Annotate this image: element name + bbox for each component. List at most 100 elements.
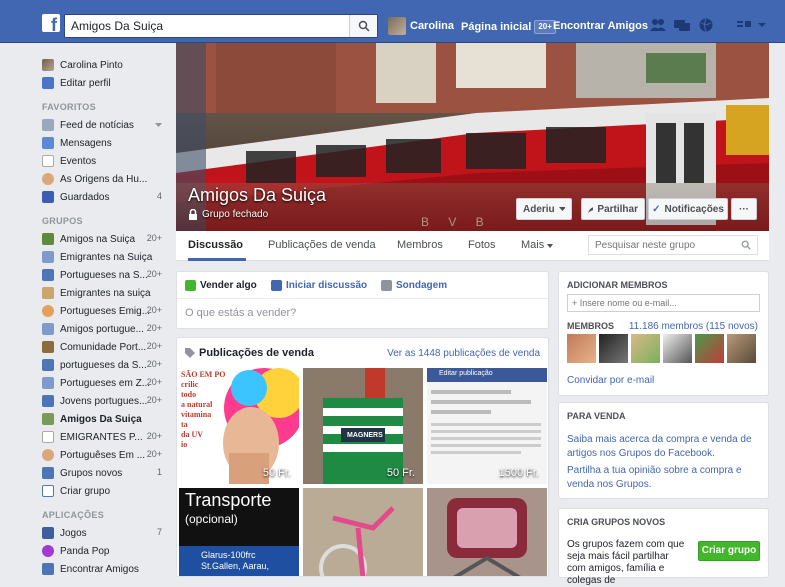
member-avatar[interactable]	[663, 334, 692, 363]
tab-more[interactable]: Mais	[521, 239, 554, 251]
user-avatar[interactable]	[388, 17, 406, 35]
sidebar-item-label: Emigrantes na Suiça	[60, 251, 153, 263]
search-icon[interactable]	[741, 240, 751, 250]
group-search-box[interactable]	[588, 235, 758, 255]
joined-dropdown-button[interactable]: Aderiu	[516, 198, 572, 220]
sidebar-profile-link[interactable]: Carolina Pinto	[42, 56, 168, 74]
sidebar-item-saved[interactable]: Guardados 4	[42, 188, 168, 206]
start-discussion-tab[interactable]: Iniciar discussão	[271, 280, 367, 291]
sale-item-tile[interactable]: Transporte (opcional) Glarus-100frc St.G…	[179, 488, 299, 576]
nav-home-link[interactable]: Página inicial 20+	[461, 20, 556, 34]
sidebar-app-find-friends[interactable]: Encontrar Amigos	[42, 560, 168, 578]
sidebar-group-item[interactable]: Portugueses na S... 20+	[42, 266, 168, 284]
group-tabs: Discussão Publicações de venda Membros F…	[176, 231, 769, 261]
nav-profile-link[interactable]: Carolina	[410, 20, 454, 32]
member-avatar[interactable]	[567, 334, 596, 363]
sale-item-tile[interactable]: Editar publicação 1500 Fr.	[427, 368, 547, 484]
edit-post-header-text: Editar publicação	[439, 370, 493, 377]
tab-members[interactable]: Membros	[397, 239, 443, 251]
share-label: Partilhar	[597, 203, 638, 215]
sidebar-item-label: Guardados	[60, 191, 110, 203]
chevron-down-icon[interactable]	[155, 123, 162, 127]
joined-label: Aderiu	[523, 203, 555, 215]
add-member-input-box[interactable]	[567, 294, 760, 312]
account-menu-chevron-icon[interactable]	[757, 18, 767, 32]
search-box[interactable]	[64, 14, 378, 38]
invite-by-email-link[interactable]: Convidar por e-mail	[567, 374, 654, 388]
quick-help-icon[interactable]	[737, 18, 753, 32]
notifications-button[interactable]: ✓ Notificações	[648, 198, 728, 220]
sidebar-item-events[interactable]: Eventos	[42, 152, 168, 170]
more-options-button[interactable]: ···	[731, 198, 757, 220]
sale-posts-title: Publicações de venda	[199, 347, 314, 359]
member-avatar[interactable]	[695, 334, 724, 363]
sidebar-group-item[interactable]: Amigos portugue... 20+	[42, 320, 168, 338]
sidebar-item-group-origins[interactable]: As Origens da Hu...	[42, 170, 168, 188]
sidebar-item-label: Carolina Pinto	[60, 59, 123, 71]
learn-buy-sell-link[interactable]: Saiba mais acerca da compra e venda de a…	[567, 433, 763, 461]
sidebar-group-item[interactable]: EMIGRANTES P... 20+	[42, 428, 168, 446]
see-all-sale-posts-link[interactable]: Ver as 1448 publicações de venda	[387, 348, 540, 359]
member-avatar[interactable]	[599, 334, 628, 363]
jersey-sponsor-text: MAGNERS	[347, 432, 383, 439]
notifications-globe-icon[interactable]	[698, 18, 714, 32]
member-avatar[interactable]	[631, 334, 660, 363]
friend-requests-icon[interactable]	[650, 18, 666, 32]
bookmark-icon	[42, 191, 54, 203]
plus-icon	[42, 485, 54, 497]
nav-find-friends-link[interactable]: Encontrar Amigos	[553, 20, 648, 32]
sidebar-group-item[interactable]: Emigrantes na Suiça	[42, 248, 168, 266]
tab-sale-posts[interactable]: Publicações de venda	[268, 239, 376, 251]
group-search-input[interactable]	[589, 236, 729, 254]
create-groups-header: CRIA GRUPOS NOVOS	[567, 517, 666, 527]
search-button[interactable]	[349, 15, 377, 37]
members-count-link[interactable]: 11.186 membros (115 novos)	[629, 320, 758, 334]
sidebar-item-news-feed[interactable]: Feed de notícias	[42, 116, 168, 134]
sale-item-tile[interactable]	[303, 488, 423, 576]
group-icon	[42, 233, 54, 245]
sidebar-group-item[interactable]: portugueses da S... 20+	[42, 356, 168, 374]
sidebar-edit-profile[interactable]: Editar perfil	[42, 74, 168, 92]
sidebar-item-label: Editar perfil	[60, 77, 111, 89]
tab-discussion[interactable]: Discussão	[188, 239, 243, 251]
sidebar-group-item[interactable]: Comunidade Port... 20+	[42, 338, 168, 356]
sidebar-item-label: Portugueses Emig...	[60, 305, 151, 317]
messages-icon[interactable]	[674, 18, 690, 32]
sidebar-item-label: Emigrantes na suiça	[60, 287, 151, 299]
games-icon	[42, 527, 54, 539]
sidebar-item-messages[interactable]: Mensagens	[42, 134, 168, 152]
sidebar-group-item[interactable]: Portugueses em Z... 20+	[42, 374, 168, 392]
sidebar-group-item[interactable]: Portuguêses Em ... 20+	[42, 446, 168, 464]
composer-tab-label: Iniciar discussão	[286, 280, 368, 291]
share-opinion-link[interactable]: Partilha a tua opinião sobre a compra e …	[567, 464, 763, 492]
sidebar-new-groups[interactable]: Grupos novos 1	[42, 464, 168, 482]
poll-tab[interactable]: Sondagem	[381, 280, 447, 291]
share-button[interactable]: Partilhar	[581, 198, 645, 220]
search-input[interactable]	[65, 15, 345, 37]
sale-item-tile[interactable]: SÃO EM PO crilic todo a natural vitamina…	[179, 368, 299, 484]
sale-item-tile[interactable]: MAGNERS 50 Fr.	[303, 368, 423, 484]
add-member-input[interactable]	[568, 295, 748, 311]
sidebar-app-panda-pop[interactable]: Panda Pop	[42, 542, 168, 560]
sidebar-group-item[interactable]: Emigrantes na suiça	[42, 284, 168, 302]
sidebar-count: 20+	[146, 269, 162, 279]
sidebar-item-label: EMIGRANTES P...	[60, 431, 143, 443]
create-group-button[interactable]: Criar grupo	[698, 541, 760, 561]
for-sale-header: PARA VENDA	[567, 411, 626, 421]
member-avatar[interactable]	[727, 334, 756, 363]
sell-something-tab[interactable]: Vender algo	[185, 280, 257, 291]
group-name-title[interactable]: Amigos Da Suiça	[188, 185, 326, 206]
sidebar-app-games[interactable]: Jogos 7	[42, 524, 168, 542]
composer-input[interactable]: O que estás a vender?	[185, 307, 296, 319]
tab-photos[interactable]: Fotos	[468, 239, 496, 251]
sidebar-count: 20+	[146, 305, 162, 315]
sidebar-group-item[interactable]: Amigos na Suiça 20+	[42, 230, 168, 248]
sale-item-tile[interactable]	[427, 488, 547, 576]
sidebar-group-item-current[interactable]: Amigos Da Suiça	[42, 410, 168, 428]
post-composer: Vender algo Iniciar discussão Sondagem O…	[176, 271, 549, 329]
sidebar-create-group[interactable]: Criar grupo	[42, 482, 168, 500]
facebook-logo[interactable]: f	[42, 14, 60, 32]
new-groups-icon	[42, 467, 54, 479]
sidebar-group-item[interactable]: Portugueses Emig... 20+	[42, 302, 168, 320]
sidebar-group-item[interactable]: Jovens portugues... 20+	[42, 392, 168, 410]
